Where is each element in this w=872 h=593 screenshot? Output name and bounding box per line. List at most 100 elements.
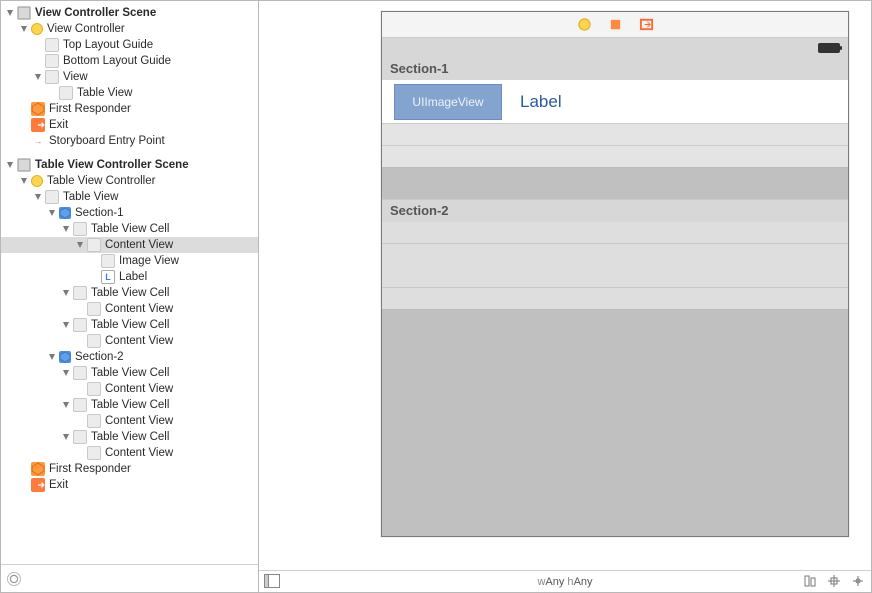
scene-outline-tree[interactable]: View Controller SceneView ControllerTop …: [1, 1, 258, 564]
outline-label: Content View: [105, 333, 173, 349]
view-icon: [73, 366, 87, 380]
outline-row[interactable]: Bottom Layout Guide: [1, 53, 258, 69]
disclosure-triangle[interactable]: [19, 136, 29, 146]
outline-row[interactable]: Table View Controller Scene: [1, 157, 258, 173]
outline-row[interactable]: Exit: [1, 477, 258, 493]
outline-row[interactable]: Image View: [1, 253, 258, 269]
outline-label: View Controller Scene: [35, 5, 156, 21]
disclosure-triangle[interactable]: [75, 304, 85, 314]
outline-label: Content View: [105, 445, 173, 461]
pin-icon[interactable]: [827, 574, 841, 588]
filter-input[interactable]: [27, 569, 252, 589]
outline-row[interactable]: Table View Cell: [1, 285, 258, 301]
table-cell-1[interactable]: UIImageView Label: [382, 80, 848, 124]
outline-row[interactable]: Content View: [1, 381, 258, 397]
viewcontroller-icon[interactable]: [577, 17, 592, 32]
table-cell-2-1[interactable]: [382, 222, 848, 244]
table-cell-3[interactable]: [382, 146, 848, 168]
disclosure-triangle[interactable]: [75, 448, 85, 458]
outline-row[interactable]: View Controller: [1, 21, 258, 37]
disclosure-triangle[interactable]: [33, 72, 43, 82]
outline-row[interactable]: Table View Cell: [1, 317, 258, 333]
disclosure-triangle[interactable]: [19, 24, 29, 34]
disclosure-triangle[interactable]: [75, 336, 85, 346]
outline-row[interactable]: LLabel: [1, 269, 258, 285]
outline-row[interactable]: First Responder: [1, 101, 258, 117]
disclosure-triangle[interactable]: [33, 192, 43, 202]
canvas-main[interactable]: Section-1 UIImageView Label Section-2: [259, 1, 871, 570]
outline-label: Table View: [77, 85, 132, 101]
align-icon[interactable]: [803, 574, 817, 588]
view-icon: [87, 334, 101, 348]
outline-label: First Responder: [49, 461, 131, 477]
outline-row[interactable]: Table View: [1, 85, 258, 101]
outline-label: Content View: [105, 413, 173, 429]
exit-icon: [31, 478, 45, 492]
disclosure-triangle[interactable]: [89, 256, 99, 266]
status-bar: [382, 38, 848, 58]
disclosure-triangle[interactable]: [19, 464, 29, 474]
outline-row[interactable]: Section-1: [1, 205, 258, 221]
disclosure-triangle[interactable]: [89, 272, 99, 282]
disclosure-triangle[interactable]: [19, 120, 29, 130]
outline-label: Table View Cell: [91, 285, 169, 301]
outline-row[interactable]: Table View Controller: [1, 173, 258, 189]
disclosure-triangle[interactable]: [5, 160, 15, 170]
disclosure-triangle[interactable]: [61, 400, 71, 410]
scene-icon: [17, 6, 31, 20]
outline-row[interactable]: View: [1, 69, 258, 85]
resolve-icon[interactable]: [851, 574, 865, 588]
device-preview[interactable]: Section-1 UIImageView Label Section-2: [381, 11, 849, 537]
view-icon: [45, 190, 59, 204]
disclosure-triangle[interactable]: [33, 40, 43, 50]
cell-label[interactable]: Label: [520, 92, 562, 112]
outline-row[interactable]: Table View Cell: [1, 429, 258, 445]
outline-label: Top Layout Guide: [63, 37, 153, 53]
disclosure-triangle[interactable]: [5, 8, 15, 18]
disclosure-triangle[interactable]: [61, 320, 71, 330]
disclosure-triangle[interactable]: [47, 352, 57, 362]
outline-row[interactable]: View Controller Scene: [1, 5, 258, 21]
outline-label: Storyboard Entry Point: [49, 133, 165, 149]
disclosure-triangle[interactable]: [75, 240, 85, 250]
disclosure-triangle[interactable]: [19, 104, 29, 114]
filter-icon[interactable]: [7, 572, 21, 586]
table-cell-2-2[interactable]: [382, 244, 848, 288]
outline-row[interactable]: First Responder: [1, 461, 258, 477]
disclosure-triangle[interactable]: [47, 208, 57, 218]
outline-row[interactable]: Content View: [1, 333, 258, 349]
outline-row[interactable]: →Storyboard Entry Point: [1, 133, 258, 149]
table-cell-2[interactable]: [382, 124, 848, 146]
outline-row[interactable]: Exit: [1, 117, 258, 133]
disclosure-triangle[interactable]: [33, 56, 43, 66]
outline-row[interactable]: Content View: [1, 237, 258, 253]
outline-row[interactable]: Content View: [1, 445, 258, 461]
outline-row[interactable]: Table View Cell: [1, 397, 258, 413]
disclosure-triangle[interactable]: [19, 480, 29, 490]
disclosure-triangle[interactable]: [75, 384, 85, 394]
disclosure-triangle[interactable]: [75, 416, 85, 426]
disclosure-triangle[interactable]: [61, 432, 71, 442]
disclosure-triangle[interactable]: [61, 368, 71, 378]
outline-row[interactable]: Content View: [1, 413, 258, 429]
outline-row[interactable]: Table View Cell: [1, 221, 258, 237]
disclosure-triangle[interactable]: [47, 88, 57, 98]
size-class-selector[interactable]: wAny hAny: [259, 576, 871, 588]
outline-row[interactable]: Table View Cell: [1, 365, 258, 381]
table-cell-2-3[interactable]: [382, 288, 848, 310]
disclosure-triangle[interactable]: [61, 288, 71, 298]
view-icon: [101, 254, 115, 268]
outline-row[interactable]: Top Layout Guide: [1, 37, 258, 53]
outline-row[interactable]: Table View: [1, 189, 258, 205]
view-icon: [73, 222, 87, 236]
outline-label: Section-2: [75, 349, 124, 365]
outline-row[interactable]: Content View: [1, 301, 258, 317]
first-responder-icon[interactable]: [608, 17, 623, 32]
first-responder-icon: [31, 102, 45, 116]
disclosure-triangle[interactable]: [61, 224, 71, 234]
section-gap: [382, 168, 848, 200]
outline-row[interactable]: Section-2: [1, 349, 258, 365]
uiimageview-placeholder[interactable]: UIImageView: [394, 84, 502, 120]
disclosure-triangle[interactable]: [19, 176, 29, 186]
exit-icon[interactable]: [639, 17, 654, 32]
